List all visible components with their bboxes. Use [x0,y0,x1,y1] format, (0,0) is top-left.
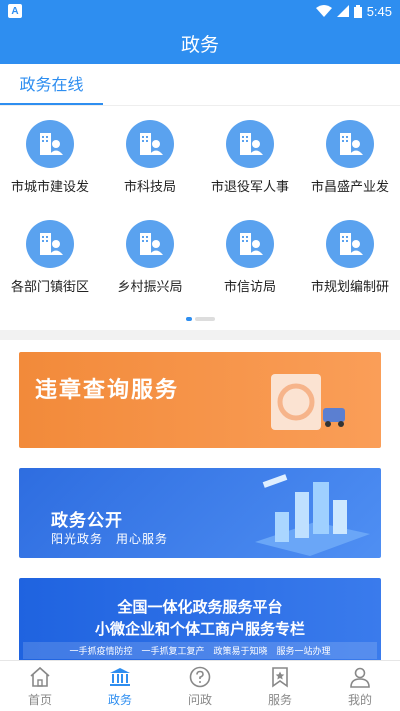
section-tabs: 政务在线 [0,64,400,106]
gov-open-banner[interactable]: 政务公开 阳光政务 用心服务 [19,468,381,558]
divider [0,330,400,340]
service-item[interactable]: 市昌盛产业发 [300,120,400,220]
banner-subtitle: 小微企业和个体工商户服务专栏 [94,620,305,638]
department-icon [126,220,174,268]
department-icon [226,220,274,268]
wifi-icon [315,5,332,17]
nav-inquiry[interactable]: 问政 [160,661,240,711]
banner-title: 政务公开 [51,511,123,531]
platform-banner[interactable]: 全国一体化政务服务平台 小微企业和个体工商户服务专栏 一手抓疫情防控 一手抓复工… [19,578,381,668]
department-icon [326,220,374,268]
status-bar: A 5:45 [0,0,400,22]
nav-label: 问政 [187,692,212,707]
nav-label: 首页 [27,692,52,707]
banner-caption: 一手抓疫情防控 一手抓复工复产 政策易于知晓 服务一站办理 [23,642,377,659]
service-item[interactable]: 市科技局 [100,120,200,220]
banner-title: 全国一体化政务服务平台 [117,598,283,616]
service-label: 市规划编制研 [310,280,389,295]
service-label: 市昌盛产业发 [310,180,389,195]
nav-service[interactable]: 服务 [240,661,320,711]
signal-icon [336,5,349,17]
nav-government[interactable]: 政务 [80,661,160,711]
city-illustration-icon [255,474,370,556]
violation-query-banner[interactable]: 违章查询服务 [19,352,381,448]
app-header: 政务 [0,22,400,64]
service-item[interactable]: 市城市建设发 [0,120,100,220]
service-label: 乡村振兴局 [117,280,183,295]
home-icon [30,666,50,687]
bottom-nav: 首页 政务 问政 服务 我的 [0,660,400,711]
tab-gov-online[interactable]: 政务在线 [0,63,103,105]
user-icon [350,667,370,688]
nav-label: 服务 [267,692,292,707]
banner-title: 违章查询服务 [35,378,180,403]
department-icon [226,120,274,168]
service-item[interactable]: 市规划编制研 [300,220,400,320]
page-dot [194,317,215,321]
service-label: 市城市建设发 [10,180,89,195]
department-icon [126,120,174,168]
nav-mine[interactable]: 我的 [320,661,400,711]
nav-label: 政务 [107,692,132,707]
question-icon [189,666,211,687]
service-label: 市科技局 [123,180,176,195]
service-grid: 市城市建设发 市科技局 市退役军人事 市昌盛产业发 各部门镇街区 乡村振兴局 市… [0,106,400,320]
service-item[interactable]: 市退役军人事 [200,120,300,220]
magnifier-icon [271,374,345,430]
banner-subtitle: 阳光政务 用心服务 [51,532,169,546]
notification-badge: A [8,4,22,18]
department-icon [26,120,74,168]
service-label: 各部门镇街区 [10,280,89,295]
department-icon [26,220,74,268]
service-item[interactable]: 市信访局 [200,220,300,320]
service-item[interactable]: 乡村振兴局 [100,220,200,320]
government-icon [110,667,130,686]
page-dot-active [185,317,192,321]
service-icon [272,666,288,688]
page-title: 政务 [180,33,219,56]
nav-label: 我的 [347,692,372,707]
battery-icon [353,4,362,18]
nav-home[interactable]: 首页 [0,661,80,711]
department-icon [326,120,374,168]
service-label: 市退役军人事 [210,180,289,195]
service-label: 市信访局 [223,280,276,295]
clock: 5:45 [366,3,392,19]
service-item[interactable]: 各部门镇街区 [0,220,100,320]
